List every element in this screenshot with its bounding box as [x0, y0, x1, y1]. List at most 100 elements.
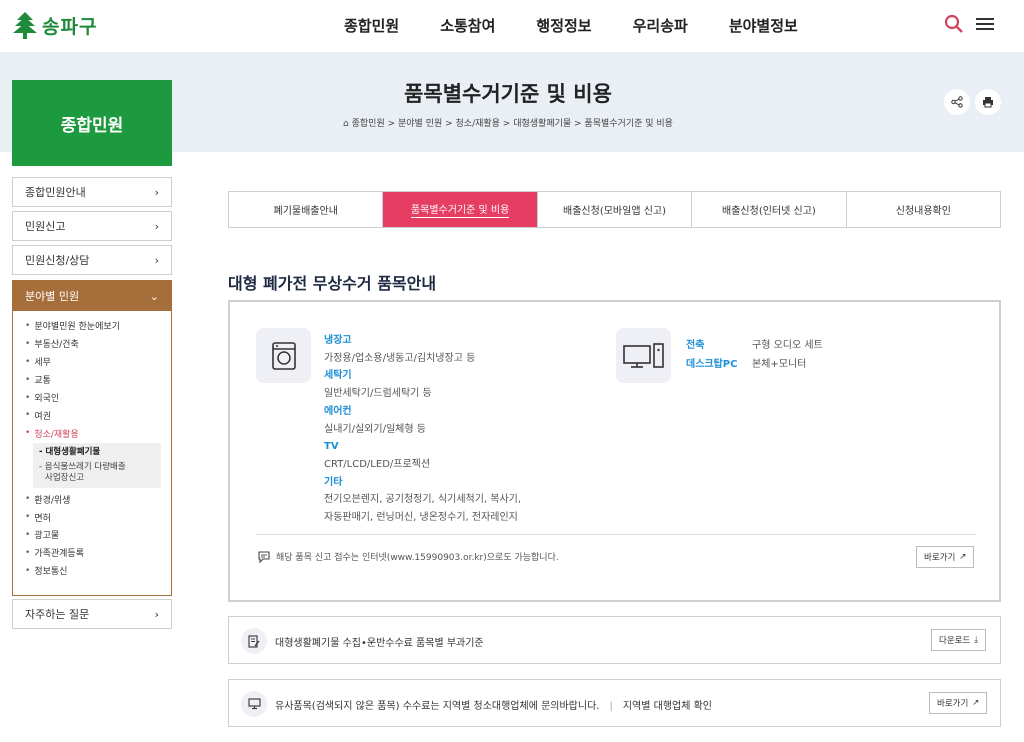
logo[interactable]: 송파구: [12, 10, 97, 40]
main-nav: 종합민원 소통참여 행정정보 우리송파 분야별정보: [344, 15, 798, 36]
lnb-item-apply[interactable]: 민원신청/상담 ›: [12, 245, 172, 275]
lnb-item-label: 자주하는 질문: [25, 608, 90, 621]
monitor-icon: [247, 698, 261, 710]
lnb-sub-item[interactable]: 여권: [25, 406, 161, 424]
print-button[interactable]: [975, 89, 1001, 115]
menu-icon[interactable]: [976, 16, 994, 32]
speech-bubble-icon: [258, 550, 270, 563]
free-pickup-info-box: 냉장고 가정용/업소용/냉동고/김치냉장고 등 세탁기 일반세탁기/드럼세탁기 …: [228, 300, 1001, 602]
chevron-down-icon: ⌄: [149, 289, 159, 303]
notice: 해당 품목 신고 접수는 인터넷(www.15990903.or.kr)으로도 …: [258, 550, 559, 563]
lnb-item-label: 종합민원안내: [25, 186, 86, 199]
separator: |: [609, 701, 613, 712]
fee-criteria-bar: 대형생활폐기물 수집•운반수수료 품목별 부과기준 다운로드 ⤓: [228, 616, 1001, 664]
desktop-pc-icon: [622, 342, 664, 368]
category-desc: 자동판매기, 런닝머신, 냉온정수기, 전자레인지: [324, 512, 518, 524]
tab-label: 품목별수거기준 및 비용: [410, 201, 510, 218]
lnb-sub-item-active[interactable]: 청소/재활용: [25, 424, 161, 442]
lnb-sub-item[interactable]: 외국인: [25, 389, 161, 407]
share-button[interactable]: [944, 89, 970, 115]
button-label: 다운로드: [939, 636, 971, 646]
site-header: 송파구 종합민원 소통참여 행정정보 우리송파 분야별정보: [0, 0, 1024, 52]
category-desc: 구형 오디오 세트: [752, 340, 823, 351]
lnb-sub-list: 분야별민원 한눈에보기 부동산/건축 세무 교통 외국인 여권 청소/재활용: [13, 311, 171, 442]
category-name: 에어컨: [324, 405, 352, 417]
category-name: 데스크탑PC: [686, 359, 738, 370]
lnb-sub-item[interactable]: 환경/위생: [25, 490, 161, 508]
document-icon-tile: [241, 628, 267, 654]
breadcrumb-text: 종합민원 > 분야별 민원 > 청소/재활용 > 대형생활폐기물 > 품목별수거…: [351, 119, 673, 129]
lnb-sub-item[interactable]: 광고물: [25, 526, 161, 544]
category-name: 냉장고: [324, 335, 352, 346]
category-desc: 본체+모니터: [752, 359, 807, 370]
lnb-title: 종합민원: [12, 80, 172, 166]
lnb-item-field-civil[interactable]: 분야별 민원 ⌄: [13, 281, 171, 311]
bar-text-row: 유사품목(검색되지 않은 품목) 수수료는 지역별 청소대행업체에 문의바랍니다…: [275, 697, 712, 712]
section-title: 대형 폐가전 무상수거 품목안내: [228, 274, 437, 293]
lnb-sub-item[interactable]: 분야별민원 한눈에보기: [25, 317, 161, 335]
tab-disposal-guide[interactable]: 폐기물배출안내: [229, 192, 384, 227]
agency-link[interactable]: 지역별 대행업체 확인: [623, 701, 712, 712]
lnb-active-group: 분야별 민원 ⌄ 분야별민원 한눈에보기 부동산/건축 세무 교통 외국인 여권 …: [12, 280, 172, 596]
lnb-sub-item[interactable]: 정보통신: [25, 562, 161, 580]
home-icon[interactable]: ⌂: [343, 119, 352, 129]
washing-machine-icon: [271, 341, 296, 370]
category-name: TV: [324, 441, 339, 453]
category-desc: 전기오븐렌지, 공기청정기, 식기세척기, 복사기,: [324, 494, 522, 506]
chevron-right-icon: ›: [154, 253, 159, 267]
breadcrumb: ⌂ 종합민원 > 분야별 민원 > 청소/재활용 > 대형생활폐기물 > 품목별…: [200, 116, 816, 129]
nav-field-info[interactable]: 분야별정보: [729, 15, 798, 36]
download-icon: ⤓: [974, 635, 979, 645]
category-list: 냉장고 가정용/업소용/냉동고/김치냉장고 등 세탁기 일반세탁기/드럼세탁기 …: [324, 332, 521, 527]
tab-criteria-cost[interactable]: 품목별수거기준 및 비용: [383, 192, 538, 227]
download-button[interactable]: 다운로드 ⤓: [931, 629, 987, 651]
category-name: 기타: [324, 476, 343, 488]
lnb-item-label: 분야별 민원: [25, 290, 80, 303]
logo-text: 송파구: [42, 15, 98, 38]
external-link-icon: ↗: [972, 698, 980, 708]
lnb-item-report[interactable]: 민원신고 ›: [12, 211, 172, 241]
page-title: 품목별수거기준 및 비용: [404, 82, 612, 106]
notice-text: 해당 품목 신고 접수는 인터넷(www.15990903.or.kr)으로도 …: [276, 553, 559, 563]
category-row: 전축 구형 오디오 세트: [686, 336, 823, 351]
category-row: 데스크탑PC 본체+모니터: [686, 355, 806, 370]
nav-civil-service[interactable]: 종합민원: [344, 15, 399, 36]
lnb-sub-item[interactable]: 가족관계등록: [25, 544, 161, 562]
category-desc: CRT/LCD/LED/프로젝션: [324, 458, 431, 470]
lnb-item-faq[interactable]: 자주하는 질문 ›: [12, 599, 172, 629]
chevron-right-icon: ›: [154, 185, 159, 199]
chevron-right-icon: ›: [154, 607, 159, 621]
header-icons: [944, 14, 994, 34]
tab-label: 폐기물배출안내: [273, 206, 338, 217]
nav-our-songpa[interactable]: 우리송파: [633, 15, 688, 36]
nav-administration[interactable]: 행정정보: [536, 15, 591, 36]
tab-label: 배출신청(인터넷 신고): [722, 206, 816, 217]
lnb-sub-sub-item-cont[interactable]: 사업장신고: [39, 473, 155, 484]
lnb-sub-sub-item-active[interactable]: - 대형생활폐기물: [39, 447, 155, 458]
similar-item-bar: 유사품목(검색되지 않은 품목) 수수료는 지역별 청소대행업체에 문의바랍니다…: [228, 679, 1001, 727]
category-desc: 일반세탁기/드럼세탁기 등: [324, 388, 432, 400]
category-desc: 가정용/업소용/냉동고/김치냉장고 등: [324, 352, 476, 364]
bar-text: 유사품목(검색되지 않은 품목) 수수료는 지역별 청소대행업체에 문의바랍니다…: [275, 701, 600, 712]
tab-check-status[interactable]: 신청내용확인: [847, 192, 1000, 227]
chevron-right-icon: ›: [154, 219, 159, 233]
lnb-item-guide[interactable]: 종합민원안내 ›: [12, 177, 172, 207]
washer-icon-tile: [256, 328, 311, 383]
tab-web-apply[interactable]: 배출신청(인터넷 신고): [692, 192, 847, 227]
nav-communication[interactable]: 소통참여: [440, 15, 495, 36]
lnb-sub-item[interactable]: 면허: [25, 508, 161, 526]
lnb-sub-item[interactable]: 부동산/건축: [25, 335, 161, 353]
search-icon[interactable]: [944, 14, 964, 34]
lnb-sub-item[interactable]: 교통: [25, 371, 161, 389]
lnb-sub-list-b: 환경/위생 면허 광고물 가족관계등록 정보통신: [13, 490, 171, 579]
print-icon: [983, 97, 993, 108]
lnb-sub-item[interactable]: 세무: [25, 353, 161, 371]
go-link-button[interactable]: 바로가기 ↗: [929, 692, 988, 714]
button-label: 바로가기: [924, 553, 956, 563]
lnb-sub-sub-item[interactable]: - 음식물쓰레기 다량배출: [39, 462, 155, 473]
pc-icon-tile: [616, 328, 671, 383]
tab-mobile-apply[interactable]: 배출신청(모바일앱 신고): [538, 192, 693, 227]
lnb-sub-sub-list: - 대형생활폐기물 - 음식물쓰레기 다량배출 사업장신고: [33, 443, 161, 489]
go-link-button[interactable]: 바로가기 ↗: [916, 546, 975, 568]
bar-text: 대형생활폐기물 수집•운반수수료 품목별 부과기준: [275, 638, 484, 649]
